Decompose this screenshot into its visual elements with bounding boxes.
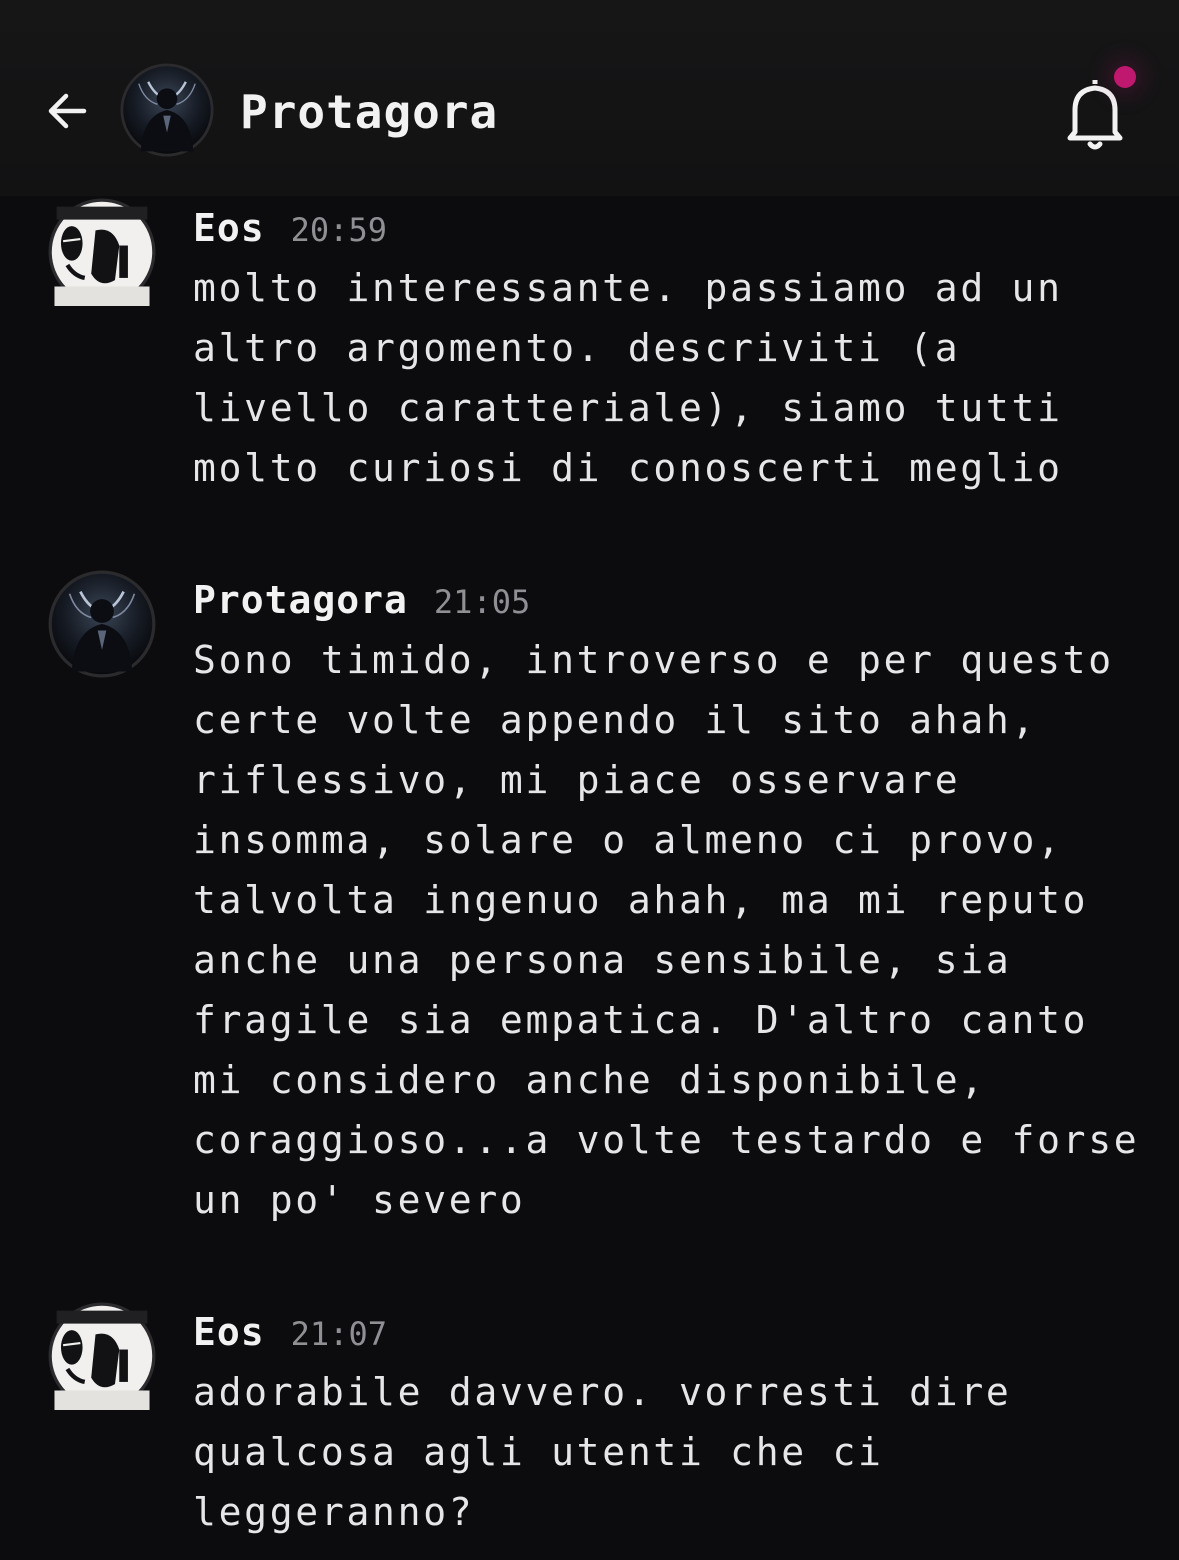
message-line: qualcosa agli utenti che ci	[193, 1430, 884, 1474]
message-line: talvolta ingenuo ahah, ma mi reputo	[193, 878, 1089, 922]
message-line: anche una persona sensibile, sia	[193, 938, 1012, 982]
bell-icon	[1067, 80, 1123, 150]
message-author[interactable]: Protagora	[193, 578, 408, 622]
notification-dot	[1114, 66, 1136, 88]
message-line: leggeranno?	[193, 1490, 475, 1534]
message-text: molto interessante. passiamo ad un altro…	[193, 258, 1153, 498]
message-time: 21:07	[290, 1315, 387, 1353]
message-author[interactable]: Eos	[193, 1310, 265, 1354]
message-line: fragile sia empatica. D'altro canto	[193, 998, 1089, 1042]
back-button[interactable]	[40, 84, 94, 138]
arrow-left-icon	[48, 93, 87, 129]
message-text: adorabile davvero. vorresti dire qualcos…	[193, 1362, 1153, 1542]
message-header: Protagora 21:05	[193, 578, 530, 626]
chat-header: Protagora	[0, 0, 1179, 196]
avatar[interactable]	[48, 570, 156, 678]
notifications-button[interactable]	[1062, 76, 1128, 152]
message-line: livello caratteriale), siamo tutti	[193, 386, 1063, 430]
message-line: certe volte appendo il sito ahah,	[193, 698, 1038, 742]
message-line: adorabile davvero. vorresti dire	[193, 1370, 1012, 1414]
avatar[interactable]	[48, 198, 156, 306]
message-header: Eos 20:59	[193, 206, 387, 254]
message-line: insomma, solare o almeno ci provo,	[193, 818, 1063, 862]
message-line: mi considero anche disponibile,	[193, 1058, 986, 1102]
message-line: molto interessante. passiamo ad un	[193, 266, 1063, 310]
message-line: altro argomento. descriviti (a	[193, 326, 961, 370]
message-line: riflessivo, mi piace osservare	[193, 758, 961, 802]
avatar[interactable]	[48, 1302, 156, 1410]
message-time: 21:05	[433, 583, 531, 621]
message-line: coraggioso...a volte testardo e forse	[193, 1118, 1140, 1162]
header-avatar[interactable]	[120, 63, 214, 157]
message-line: un po' severo	[193, 1178, 526, 1222]
message-line: Sono timido, introverso e per questo	[193, 638, 1114, 682]
message-line: molto curiosi di conoscerti meglio	[193, 446, 1063, 490]
message-time: 20:59	[290, 211, 387, 249]
message-header: Eos 21:07	[193, 1310, 387, 1358]
chat-title[interactable]: Protagora	[240, 84, 498, 140]
message-author[interactable]: Eos	[193, 206, 265, 250]
message-text: Sono timido, introverso e per questo cer…	[193, 630, 1153, 1230]
